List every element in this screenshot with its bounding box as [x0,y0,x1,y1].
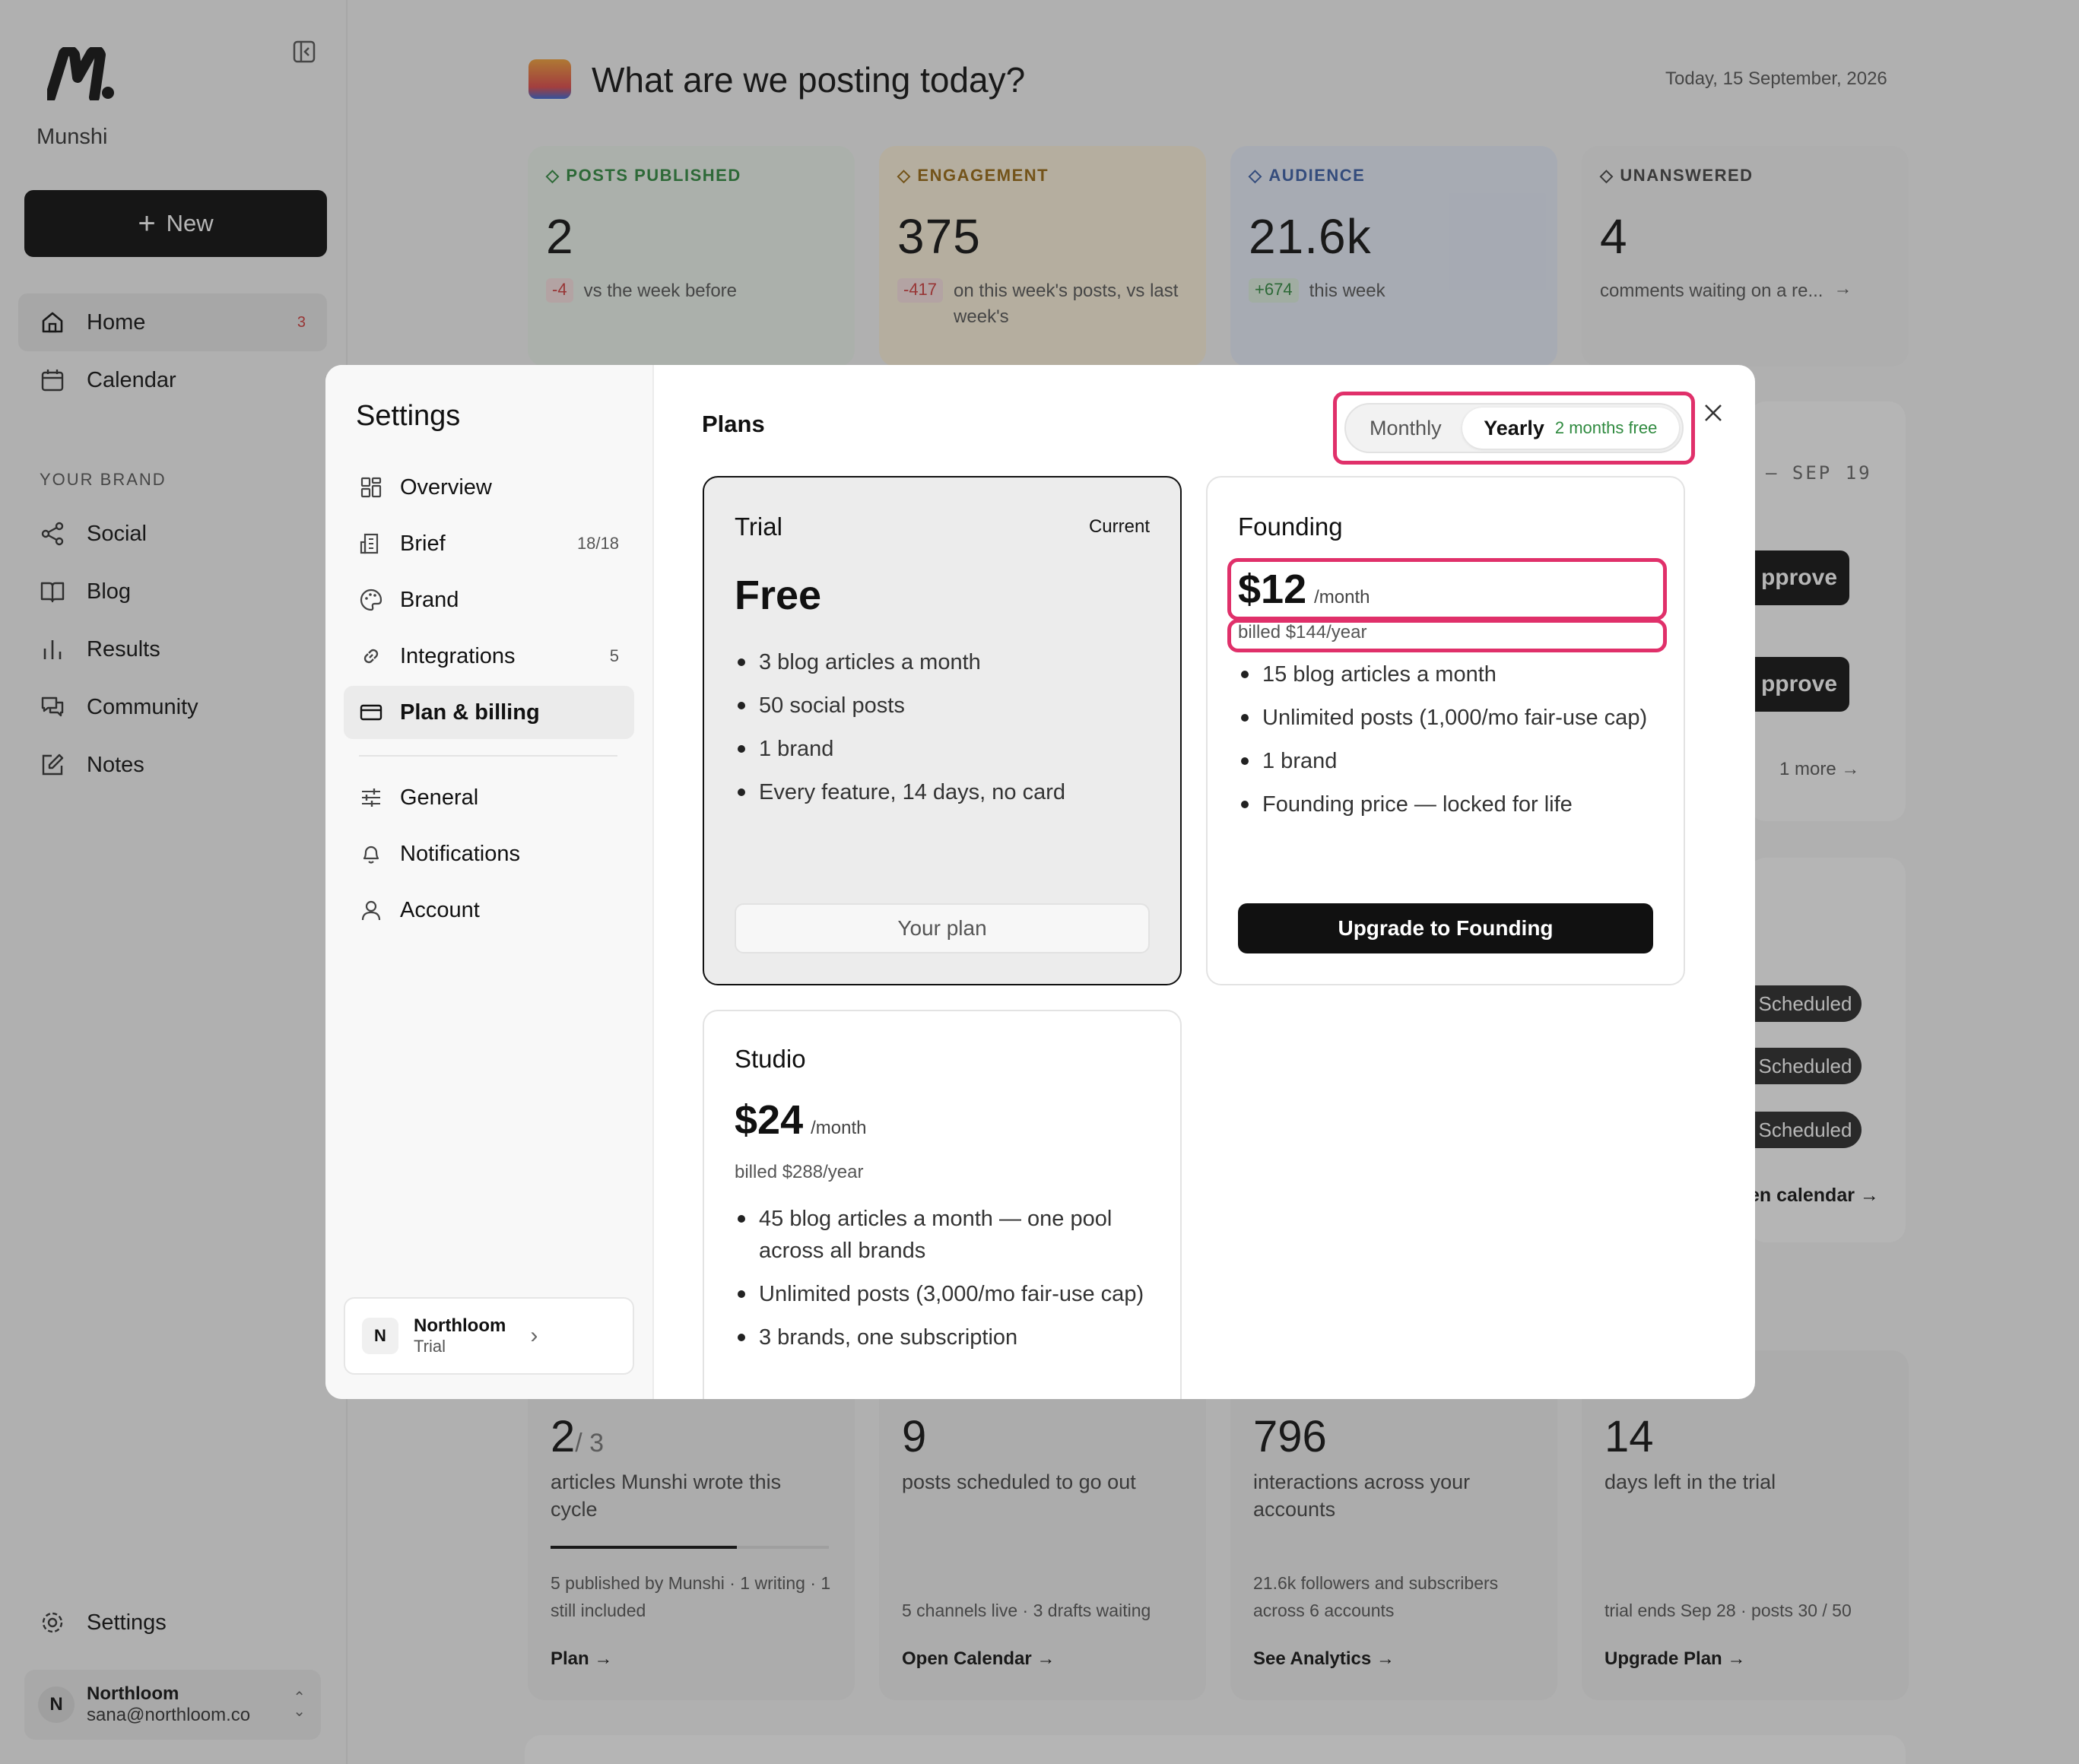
settings-item-label: General [400,785,479,810]
plan-feature: Every feature, 14 days, no card [735,776,1150,808]
highlight-box [1227,558,1667,620]
plan-name: Founding [1238,512,1343,541]
toggle-yearly[interactable]: Yearly 2 months free [1462,408,1679,449]
divider [359,755,617,757]
settings-item-label: Notifications [400,841,520,866]
plan-feature: 45 blog articles a month — one pool acro… [735,1203,1150,1267]
plan-card-trial: Trial Current Free 3 blog articles a mon… [703,476,1182,985]
plan-name: Studio [735,1045,806,1073]
your-plan-button[interactable]: Your plan [735,903,1150,953]
settings-item-label: Brief [400,531,446,556]
plan-feature: 3 brands, one subscription [735,1321,1150,1353]
workspace-switcher[interactable]: N Northloom Trial › [344,1297,634,1375]
settings-item-integrations[interactable]: Integrations 5 [344,630,634,683]
settings-sidebar: Settings Overview Brief 18/18 Brand Inte… [325,365,654,1399]
chevron-right-icon: › [530,1323,538,1348]
settings-item-notifications[interactable]: Notifications [344,827,634,880]
link-icon [363,649,379,664]
integrations-count: 5 [609,646,619,665]
settings-item-plan-billing[interactable]: Plan & billing [344,686,634,739]
plan-feature: Unlimited posts (1,000/mo fair-use cap) [1238,702,1653,734]
building-icon [360,533,379,554]
billing-period-toggle[interactable]: Monthly Yearly 2 months free [1344,403,1684,453]
plans-heading: Plans [702,411,765,437]
current-badge: Current [1088,516,1150,537]
plan-feature: 1 brand [735,733,1150,765]
upgrade-founding-button[interactable]: Upgrade to Founding [1238,903,1653,953]
plan-feature: 3 blog articles a month [735,646,1150,678]
credit-card-icon [360,704,382,721]
plan-feature: Unlimited posts (3,000/mo fair-use cap) [735,1278,1150,1310]
settings-item-label: Account [400,897,480,922]
user-icon [361,900,381,921]
plan-card-studio: Studio $24 /month billed $288/year 45 bl… [703,1010,1182,1399]
settings-item-account[interactable]: Account [344,884,634,937]
plan-price: Free [735,573,822,618]
settings-item-label: Overview [400,474,492,500]
bell-icon [363,846,379,864]
billed-amount: billed $288/year [735,1162,864,1182]
close-icon[interactable] [1700,400,1726,426]
plan-feature: Founding price — locked for life [1238,788,1653,820]
plan-feature: 50 social posts [735,690,1150,722]
palette-icon [360,589,382,611]
settings-title: Settings [356,400,461,432]
workspace-avatar: N [362,1318,398,1354]
settings-item-label: Brand [400,587,459,612]
price-period: /month [811,1118,867,1138]
plan-name: Trial [735,512,782,541]
brief-progress: 18/18 [576,534,619,553]
toggle-monthly[interactable]: Monthly [1349,408,1462,449]
toggle-yearly-label: Yearly [1484,416,1544,439]
sliders-icon [362,788,380,807]
settings-item-label: Integrations [400,643,516,668]
plan-price: $24 [735,1097,804,1143]
grid-icon [360,477,382,498]
settings-item-label: Plan & billing [400,700,540,725]
settings-item-brief[interactable]: Brief 18/18 [344,517,634,570]
plan-feature: 15 blog articles a month [1238,658,1653,690]
settings-item-brand[interactable]: Brand [344,573,634,627]
settings-item-general[interactable]: General [344,771,634,824]
workspace-plan: Trial [414,1337,446,1356]
highlight-box [1227,619,1667,652]
workspace-name: Northloom [414,1315,506,1336]
settings-modal: Settings Overview Brief 18/18 Brand Inte… [325,365,1755,1399]
yearly-discount-badge: 2 months free [1554,418,1658,437]
plan-card-founding: Founding $12 /month billed $144/year 15 … [1206,476,1685,985]
plan-feature: 1 brand [1238,745,1653,777]
settings-item-overview[interactable]: Overview [344,461,634,514]
